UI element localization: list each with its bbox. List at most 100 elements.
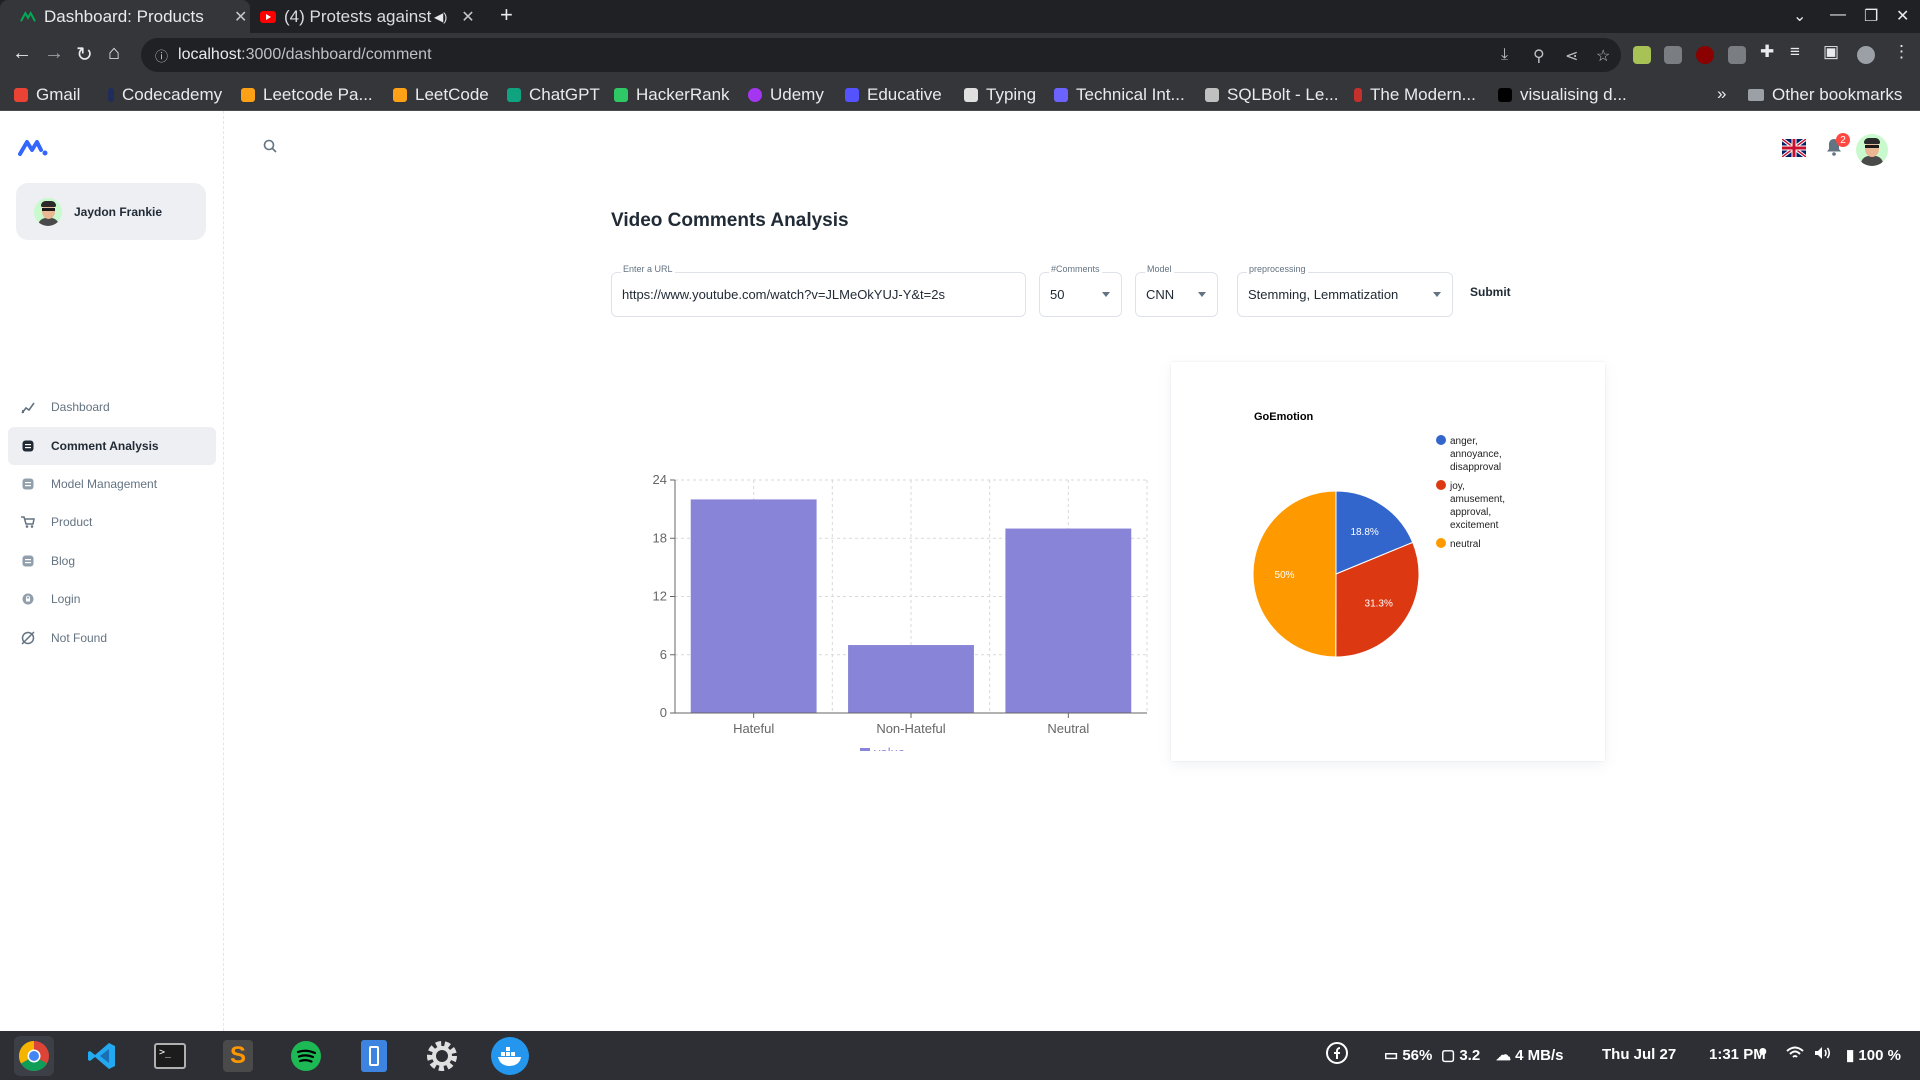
chrome-icon[interactable] xyxy=(14,1036,54,1076)
bookmark-label: Udemy xyxy=(770,85,824,104)
side-panel-icon[interactable]: ▣ xyxy=(1823,42,1839,62)
share-icon[interactable]: ⋖ xyxy=(1565,46,1578,66)
sidebar-item-label: Model Management xyxy=(51,477,158,491)
account-avatar[interactable] xyxy=(1856,134,1888,166)
extension-icon[interactable] xyxy=(1633,46,1651,64)
extension-icon[interactable] xyxy=(1664,46,1682,64)
bookmark-visualising[interactable]: visualising d... xyxy=(1498,85,1627,105)
site-info-icon[interactable]: ⓘ xyxy=(155,46,168,65)
sidebar-item-label: Blog xyxy=(51,554,76,568)
leetcode-icon xyxy=(393,88,407,102)
account-card[interactable]: Jaydon Frankie xyxy=(16,183,206,240)
close-tab-icon[interactable]: ✕ xyxy=(234,7,247,27)
bookmark-educative[interactable]: Educative xyxy=(845,85,942,105)
system-load: ▢ 3.2 xyxy=(1441,1046,1480,1064)
address-bar[interactable]: ⓘ localhost:3000/dashboard/comment ⤓ ⚲ ⋖… xyxy=(141,38,1621,72)
document-icon xyxy=(21,477,35,491)
url-input-label: Enter a URL xyxy=(621,264,675,274)
comments-count-label: #Comments xyxy=(1049,264,1102,274)
bookmark-star-icon[interactable]: ☆ xyxy=(1596,46,1610,66)
bookmark-hackerrank[interactable]: HackerRank xyxy=(614,85,730,105)
wifi-icon[interactable] xyxy=(1786,1046,1804,1064)
chart-icon xyxy=(21,400,35,414)
sidebar-item-comment-analysis[interactable]: Comment Analysis xyxy=(8,427,216,465)
bookmark-typing[interactable]: Typing xyxy=(964,85,1036,105)
chevron-down-icon xyxy=(1198,292,1206,297)
goemotion-pie-chart: GoEmotion 18.8% 31.3% 50% anger, annoyance, di… xyxy=(1252,411,1505,658)
ublock-icon[interactable] xyxy=(1696,46,1714,64)
zoom-icon[interactable]: ⚲ xyxy=(1533,46,1545,66)
bookmark-sqlbolt[interactable]: SQLBolt - Le... xyxy=(1205,85,1339,105)
docker-icon[interactable] xyxy=(490,1036,530,1076)
minimal-logo-icon[interactable] xyxy=(17,138,49,158)
os-taskbar: >_ S ▭ 56% ▢ 3.2 ☁ 4 MB/s Thu Jul 27 1:3… xyxy=(0,1031,1920,1080)
close-tab-icon[interactable]: ✕ xyxy=(461,7,474,27)
tab-search-icon[interactable]: ⌄ xyxy=(1793,6,1806,26)
model-select[interactable]: Model CNN xyxy=(1135,264,1218,317)
back-icon[interactable]: ← xyxy=(12,42,32,65)
extensions-puzzle-icon[interactable]: ✚ xyxy=(1760,42,1774,62)
x-tick-label: Neutral xyxy=(1047,721,1089,736)
menu-kebab-icon[interactable]: ⋮ xyxy=(1893,42,1910,62)
close-window-icon[interactable]: ✕ xyxy=(1896,6,1909,26)
more-bookmarks-icon[interactable]: » xyxy=(1717,84,1726,104)
settings-icon[interactable] xyxy=(422,1036,462,1076)
bookmark-label: visualising d... xyxy=(1520,85,1627,104)
speaker-icon[interactable]: ◀) xyxy=(434,10,447,24)
network-speed-value: 4 MB/s xyxy=(1515,1047,1564,1064)
bookmark-leetcode-pa[interactable]: Leetcode Pa... xyxy=(241,85,373,105)
bookmark-gmail[interactable]: Gmail xyxy=(14,85,80,105)
disk-icon: ▭ xyxy=(1384,1047,1403,1064)
cloud-icon: ☁ xyxy=(1496,1047,1516,1064)
y-tick-label: 24 xyxy=(653,472,667,487)
sidebar-item-label: Not Found xyxy=(51,631,108,645)
sidebar-item-model-management[interactable]: Model Management xyxy=(8,465,216,503)
comments-count-select[interactable]: #Comments 50 xyxy=(1039,264,1122,317)
other-bookmarks[interactable]: Other bookmarks xyxy=(1748,85,1902,105)
reading-list-icon[interactable]: ≡ xyxy=(1790,42,1800,62)
bookmark-leetcode[interactable]: LeetCode xyxy=(393,85,489,105)
legend-label: joy, amusement, approval, excitement xyxy=(1449,481,1505,531)
reload-icon[interactable]: ↻ xyxy=(76,42,93,67)
sidebar-item-blog[interactable]: Blog xyxy=(8,542,216,580)
bookmark-chatgpt[interactable]: ChatGPT xyxy=(507,85,600,105)
bookmark-codecademy[interactable]: Codecademy xyxy=(108,85,222,105)
extension-icon[interactable] xyxy=(1728,46,1746,64)
system-load-value: 3.2 xyxy=(1459,1047,1481,1064)
sidebar-item-login[interactable]: Login xyxy=(8,580,216,618)
sidebar-item-product[interactable]: Product xyxy=(8,503,216,541)
install-icon[interactable]: ⤓ xyxy=(1501,46,1508,64)
browser-tab-youtube[interactable]: (4) Protests against ◀) ✕ xyxy=(252,0,488,33)
bookmark-udemy[interactable]: Udemy xyxy=(748,85,824,105)
preprocessing-select[interactable]: preprocessing Stemming, Lemmatization xyxy=(1237,264,1453,317)
maximize-icon[interactable]: ❐ xyxy=(1864,6,1878,26)
files-icon[interactable] xyxy=(354,1036,394,1076)
url-input[interactable]: Enter a URL https://www.youtube.com/watc… xyxy=(611,264,1026,317)
forward-icon[interactable]: → xyxy=(44,42,64,65)
vscode-icon[interactable] xyxy=(82,1036,122,1076)
profile-avatar-icon[interactable] xyxy=(1857,46,1875,64)
bookmark-the-modern[interactable]: The Modern... xyxy=(1354,85,1476,105)
volume-icon[interactable] xyxy=(1814,1046,1832,1064)
fedora-icon[interactable] xyxy=(1326,1042,1348,1068)
search-icon[interactable] xyxy=(263,139,277,156)
submit-button[interactable]: Submit xyxy=(1470,285,1511,299)
educative-icon xyxy=(845,88,859,102)
minimize-icon[interactable]: — xyxy=(1830,6,1846,24)
goemotion-pie-card: GoEmotion 18.8% 31.3% 50% anger, annoyance, di… xyxy=(1171,362,1605,761)
app-viewport: Jaydon Frankie Dashboard Comment Analysi… xyxy=(0,111,1920,1031)
uk-flag-icon[interactable] xyxy=(1782,139,1806,157)
date[interactable]: Thu Jul 27 xyxy=(1602,1046,1676,1063)
spotify-icon[interactable] xyxy=(286,1036,326,1076)
home-icon[interactable]: ⌂ xyxy=(108,42,120,65)
sidebar-item-dashboard[interactable]: Dashboard xyxy=(8,388,216,426)
bar-hateful xyxy=(690,499,817,713)
battery[interactable]: ▮ 100 % xyxy=(1846,1046,1901,1064)
sublime-icon[interactable]: S xyxy=(218,1036,258,1076)
new-tab-button[interactable]: + xyxy=(500,2,513,28)
legend-swatch xyxy=(1436,480,1446,490)
sidebar-item-not-found[interactable]: Not Found xyxy=(8,619,216,657)
browser-tab-dashboard[interactable]: Dashboard: Products ✕ xyxy=(0,0,250,33)
terminal-icon[interactable]: >_ xyxy=(150,1036,190,1076)
bookmark-technical-int[interactable]: Technical Int... xyxy=(1054,85,1185,105)
